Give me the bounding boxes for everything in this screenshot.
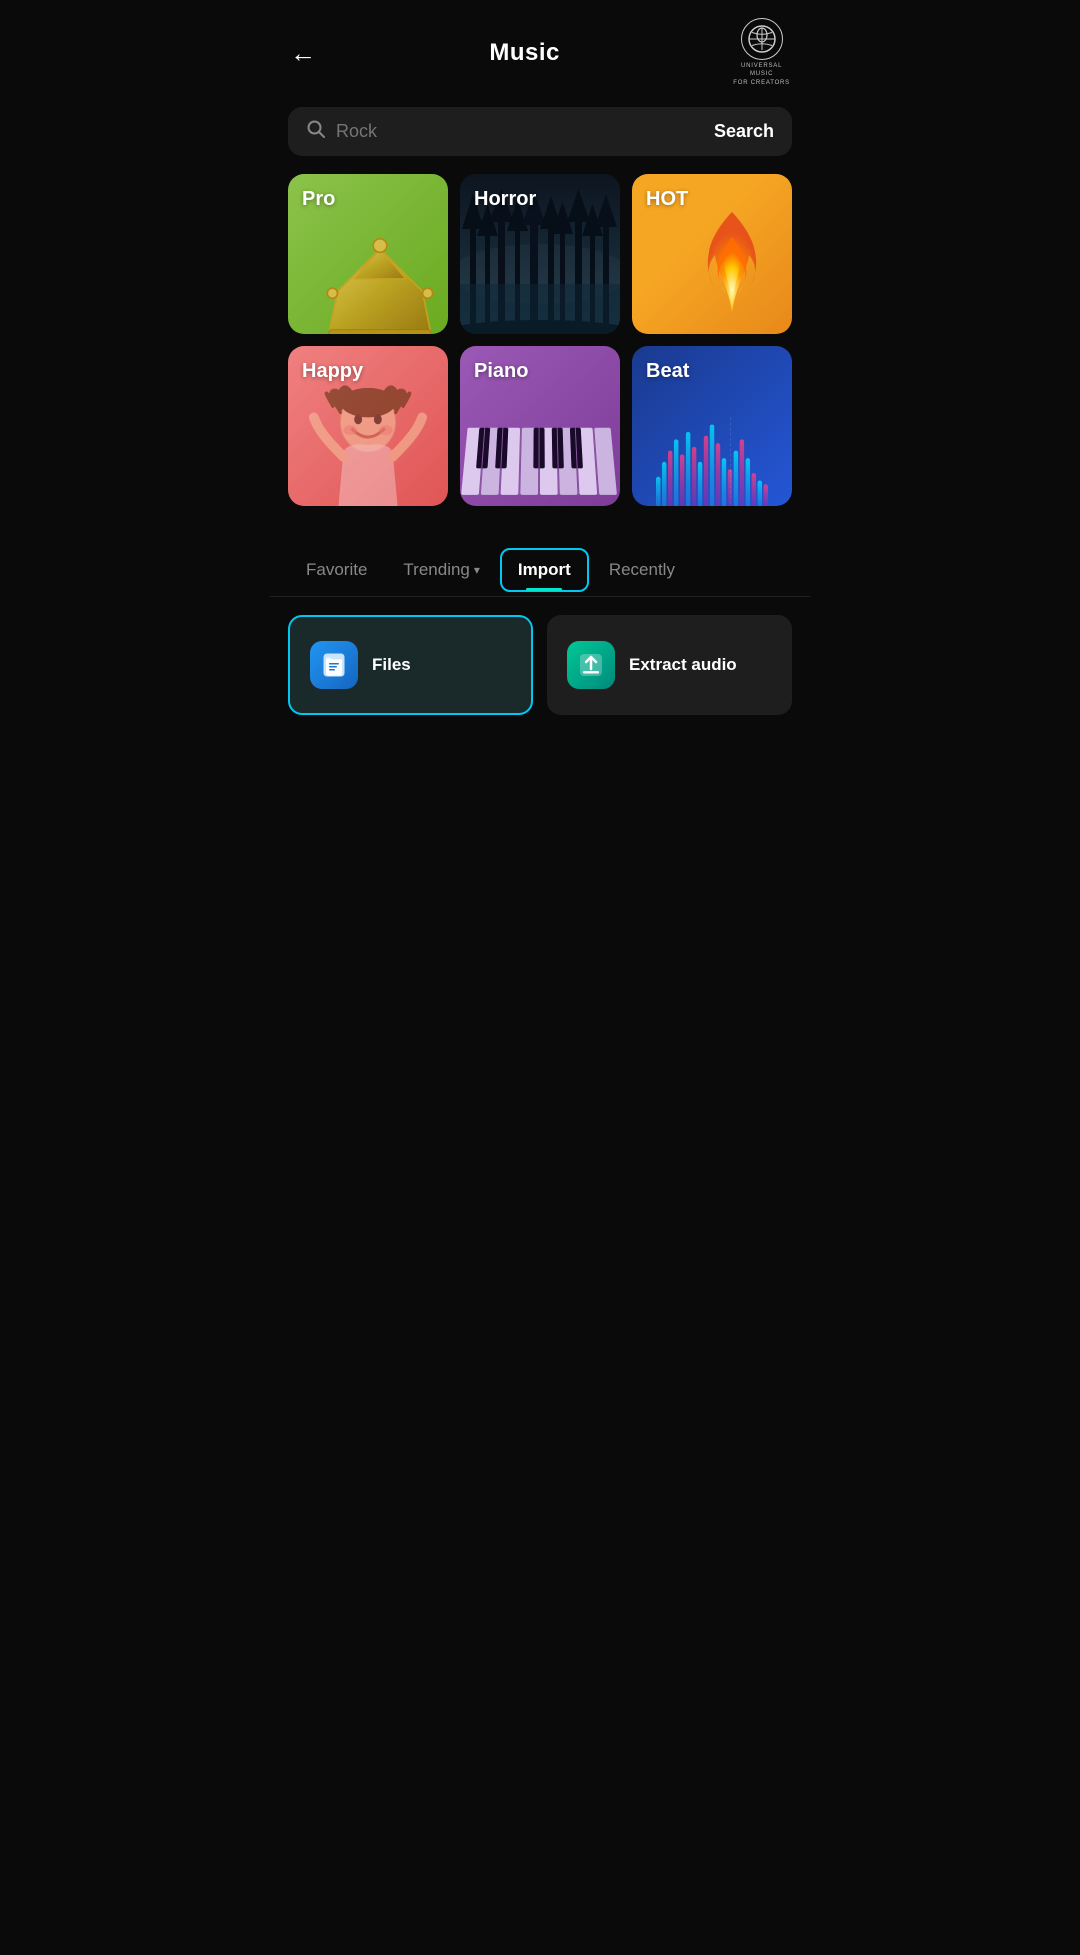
genre-label-beat: Beat [646,360,689,383]
extract-audio-label: Extract audio [629,655,737,675]
extract-audio-icon [567,641,615,689]
tab-favorite[interactable]: Favorite [288,548,385,592]
files-icon [310,641,358,689]
universal-music-logo: UNIVERSALMUSICFOR CREATORS [733,18,790,87]
trending-dropdown[interactable]: Trending ▾ [403,560,480,580]
header: ← Music UNIVERSALMUSICFOR CREATORS [270,0,810,97]
genre-label-pro: Pro [302,188,335,211]
import-section: Files Extract audio [270,597,810,733]
back-button[interactable]: ← [290,40,316,66]
hot-illustration [687,207,777,329]
happy-illustration [304,378,432,506]
logo-circle [741,18,783,60]
files-label: Files [372,655,411,675]
genre-row-1: Pro [288,174,792,334]
search-bar: Search [288,107,792,156]
piano-illustration [460,402,620,506]
genre-row-2: Happy [288,346,792,506]
genre-card-pro[interactable]: Pro [288,174,448,334]
genre-card-beat[interactable]: Beat [632,346,792,506]
genre-card-happy[interactable]: Happy [288,346,448,506]
page-title: Music [489,39,560,67]
extract-audio-card[interactable]: Extract audio [547,615,792,715]
genre-label-hot: HOT [646,188,688,211]
tab-recently[interactable]: Recently [591,548,693,592]
genre-label-piano: Piano [474,360,528,383]
files-card[interactable]: Files [288,615,533,715]
genre-grid: Pro [270,174,810,526]
genre-card-hot[interactable]: HOT [632,174,792,334]
search-icon [306,119,326,144]
genre-card-piano[interactable]: Piano [460,346,620,506]
search-button[interactable]: Search [704,121,774,142]
genre-label-happy: Happy [302,360,363,383]
search-input[interactable] [336,121,704,142]
tabs-container: Favorite Trending ▾ Import Recently [270,534,810,597]
logo-text: UNIVERSALMUSICFOR CREATORS [733,62,790,87]
tab-trending[interactable]: Trending ▾ [385,548,498,592]
tab-import[interactable]: Import [500,548,589,592]
genre-label-horror: Horror [474,188,536,211]
chevron-down-icon: ▾ [474,563,480,577]
beat-illustration [632,394,792,506]
genre-card-horror[interactable]: Horror [460,174,620,334]
